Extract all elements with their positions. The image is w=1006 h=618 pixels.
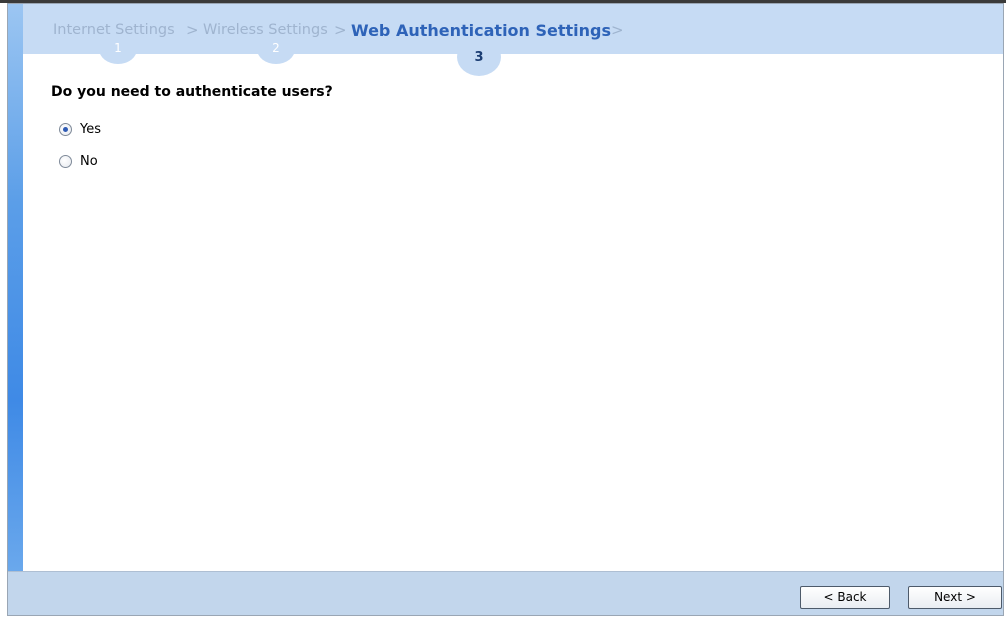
step-number-2: 2 — [257, 34, 295, 64]
back-button[interactable]: < Back — [800, 586, 890, 609]
step-number-3: 3 — [457, 38, 501, 76]
page-question: Do you need to authenticate users? — [51, 84, 333, 100]
radio-no[interactable] — [59, 154, 72, 168]
next-button[interactable]: Next > — [908, 586, 1002, 609]
radio-yes[interactable] — [59, 122, 72, 136]
step-number-1: 1 — [99, 34, 137, 64]
radio-yes-label[interactable]: Yes — [80, 122, 101, 137]
option-no[interactable]: No — [59, 152, 98, 170]
wizard-footer: < Back Next > — [8, 571, 1003, 615]
chevron-right-icon: > — [334, 21, 347, 39]
wizard-window: Internet Settings > Wireless Settings > … — [7, 3, 1004, 616]
option-yes[interactable]: Yes — [59, 120, 101, 138]
chevron-right-icon: > — [186, 21, 199, 39]
chevron-right-icon: > — [611, 21, 624, 39]
wizard-header: Internet Settings > Wireless Settings > … — [23, 4, 1003, 76]
radio-no-label[interactable]: No — [80, 154, 98, 169]
side-accent-bar — [8, 4, 23, 571]
step-breadcrumb: Internet Settings > Wireless Settings > … — [53, 4, 753, 76]
